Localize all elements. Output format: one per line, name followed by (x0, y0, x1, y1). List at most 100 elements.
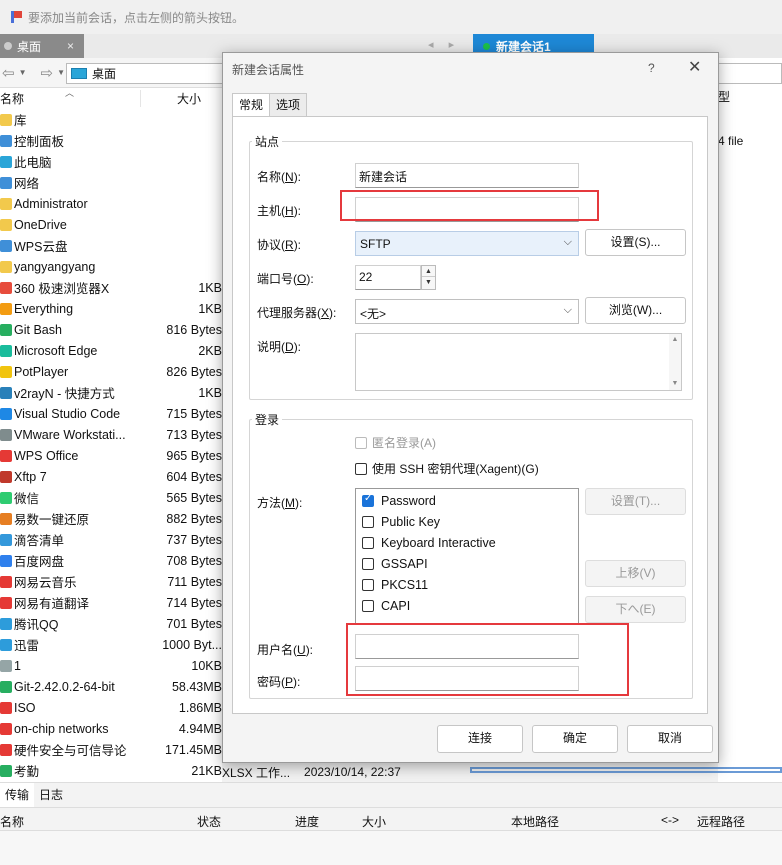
file-row[interactable]: 考勤 21KB (0, 760, 222, 781)
description-textarea[interactable]: ▲ ▼ (355, 333, 682, 391)
file-row[interactable]: 微信 565 Bytes (0, 487, 222, 508)
auth-method-item[interactable]: Public Key (362, 515, 440, 529)
tab-scroll-arrows[interactable]: ◂ ▸ (428, 38, 460, 51)
file-row[interactable]: WPS Office 965 Bytes (0, 445, 222, 466)
file-name: ISO (14, 700, 36, 715)
file-row[interactable]: 硬件安全与可信导论 171.45MB (0, 739, 222, 760)
auth-method-item[interactable]: Keyboard Interactive (362, 536, 496, 550)
file-row[interactable]: 滴答清单 737 Bytes (0, 529, 222, 550)
file-icon (0, 701, 12, 714)
file-row[interactable]: VMware Workstati... 713 Bytes (0, 424, 222, 445)
chevron-down-icon: ⌵ (563, 304, 572, 316)
anonymous-login-checkbox[interactable]: 匿名登录(A) (355, 434, 436, 451)
chevron-down-icon[interactable]: ▼ (19, 68, 27, 77)
file-icon (0, 470, 12, 483)
tab-options[interactable]: 选项 (269, 93, 308, 116)
file-row[interactable]: OneDrive (0, 214, 222, 235)
col-progress[interactable]: 进度 (295, 813, 319, 830)
file-row[interactable]: Git-2.42.0.2-64-bit 58.43MB (0, 676, 222, 697)
proxy-select[interactable]: <无> ⌵ (355, 299, 579, 324)
port-input[interactable]: 22 (355, 265, 421, 290)
login-group-label: 登录 (252, 411, 283, 428)
auth-method-item[interactable]: PKCS11 (362, 578, 428, 592)
connect-button[interactable]: 连接 (437, 725, 523, 753)
file-row[interactable]: 控制面板 (0, 130, 222, 151)
help-icon[interactable]: ? (648, 61, 655, 75)
file-icon (0, 302, 12, 315)
tab-general[interactable]: 常规 (232, 93, 271, 117)
tab-desktop[interactable]: 桌面 × (0, 34, 84, 58)
name-input[interactable]: 新建会话 (355, 163, 579, 188)
remote-path-input[interactable] (718, 63, 782, 84)
file-row[interactable]: PotPlayer 826 Bytes (0, 361, 222, 382)
file-row[interactable]: Microsoft Edge 2KB (0, 340, 222, 361)
checkbox-icon[interactable] (362, 516, 374, 528)
file-row[interactable]: 易数一键还原 882 Bytes (0, 508, 222, 529)
tab-transfer[interactable]: 传输 (0, 782, 35, 808)
col-type-header[interactable]: 型 (718, 88, 730, 105)
tab-log[interactable]: 日志 (34, 783, 68, 808)
file-row[interactable]: Git Bash 816 Bytes (0, 319, 222, 340)
checkbox-icon[interactable] (362, 600, 374, 612)
file-row[interactable]: WPS云盘 (0, 235, 222, 256)
cancel-button[interactable]: 取消 (627, 725, 713, 753)
stepper-up-icon[interactable]: ▲ (422, 266, 435, 277)
col-size-header[interactable]: 大小 (141, 90, 211, 107)
file-row[interactable]: Administrator (0, 193, 222, 214)
file-row[interactable]: v2rayN - 快捷方式 1KB (0, 382, 222, 403)
file-row[interactable]: 1 10KB (0, 655, 222, 676)
file-row[interactable]: 网络 (0, 172, 222, 193)
col-size[interactable]: 大小 (362, 813, 386, 830)
checkbox-icon[interactable] (362, 579, 374, 591)
col-name[interactable]: 名称 (0, 813, 24, 830)
browse-button[interactable]: 浏览(W)... (585, 297, 686, 324)
ssh-agent-checkbox[interactable]: 使用 SSH 密钥代理(Xagent)(G) (355, 460, 539, 477)
move-down-button[interactable]: 下へ(E) (585, 596, 686, 623)
file-row[interactable]: 此电脑 (0, 151, 222, 172)
file-row[interactable]: 360 极速浏览器X 1KB (0, 277, 222, 298)
ok-button[interactable]: 确定 (532, 725, 618, 753)
col-status[interactable]: 状态 (197, 813, 221, 830)
file-name: WPS Office (14, 448, 79, 463)
file-size: 58.43MB (171, 679, 222, 694)
protocol-settings-button[interactable]: 设置(S)... (585, 229, 686, 256)
auth-method-item[interactable]: CAPI (362, 599, 410, 613)
col-local-path[interactable]: 本地路径 (511, 813, 559, 830)
checkbox-icon[interactable] (362, 558, 374, 570)
file-row[interactable]: on-chip networks 4.94MB (0, 718, 222, 739)
close-icon[interactable]: ✕ (688, 57, 701, 77)
scroll-down-icon[interactable]: ▼ (669, 378, 681, 390)
file-row[interactable]: 迅雷 1000 Byt... (0, 634, 222, 655)
method-settings-button[interactable]: 设置(T)... (585, 488, 686, 515)
chevron-down-icon[interactable]: ▼ (57, 68, 65, 77)
protocol-select[interactable]: SFTP ⌵ (355, 231, 579, 256)
file-icon (0, 155, 12, 168)
stepper-down-icon[interactable]: ▼ (422, 277, 435, 288)
file-row[interactable]: ISO 1.86MB (0, 697, 222, 718)
back-arrow-icon[interactable]: ⇦ (2, 64, 15, 82)
move-up-button[interactable]: 上移(V) (585, 560, 686, 587)
col-name-header[interactable]: 名称 ︿ (0, 88, 141, 107)
file-row[interactable]: yangyangyang (0, 256, 222, 277)
file-row[interactable]: 腾讯QQ 701 Bytes (0, 613, 222, 634)
checkbox-checked-icon[interactable] (362, 493, 374, 507)
textarea-scrollbar[interactable]: ▲ ▼ (669, 334, 681, 390)
port-stepper[interactable]: ▲ ▼ (421, 265, 436, 290)
file-row[interactable]: 网易云音乐 711 Bytes (0, 571, 222, 592)
close-tab-icon[interactable]: × (67, 39, 74, 53)
file-row[interactable]: Visual Studio Code 715 Bytes (0, 403, 222, 424)
scroll-up-icon[interactable]: ▲ (669, 334, 681, 346)
col-direction[interactable]: <-> (661, 813, 679, 827)
path-input[interactable]: 桌面 (66, 63, 222, 84)
file-row[interactable]: 库 (0, 109, 222, 130)
forward-arrow-icon[interactable]: ⇨ (41, 64, 54, 82)
file-name: 控制面板 (14, 135, 65, 149)
checkbox-icon[interactable] (362, 537, 374, 549)
file-row[interactable]: 百度网盘 708 Bytes (0, 550, 222, 571)
col-remote-path[interactable]: 远程路径 (697, 813, 745, 830)
auth-method-item[interactable]: GSSAPI (362, 557, 428, 571)
auth-method-item[interactable]: Password (362, 493, 436, 508)
file-row[interactable]: Xftp 7 604 Bytes (0, 466, 222, 487)
file-row[interactable]: Everything 1KB (0, 298, 222, 319)
file-row[interactable]: 网易有道翻译 714 Bytes (0, 592, 222, 613)
